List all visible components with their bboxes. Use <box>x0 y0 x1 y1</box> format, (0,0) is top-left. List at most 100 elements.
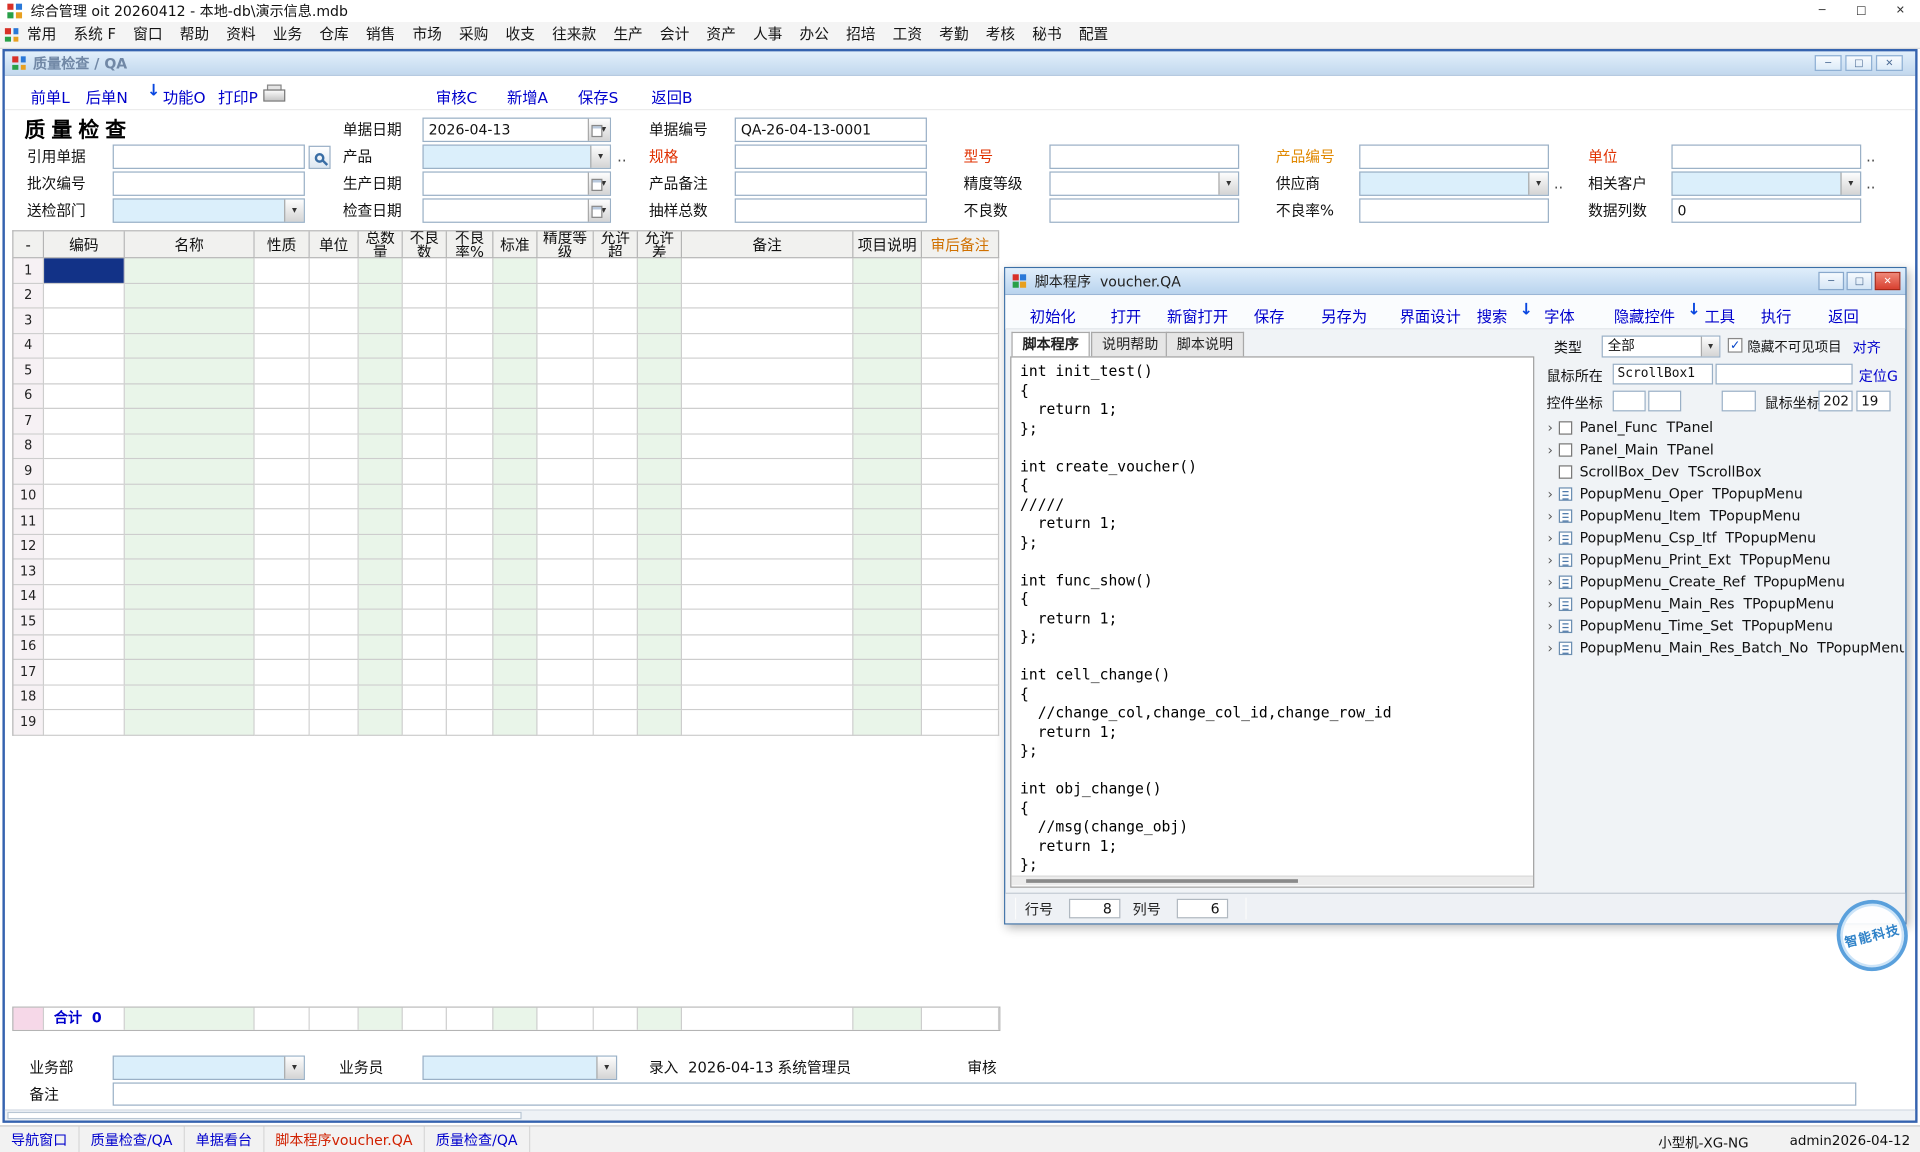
row-number-cell[interactable]: 5 <box>13 359 44 384</box>
grid-cell[interactable] <box>310 459 359 484</box>
grid-cell[interactable] <box>403 560 447 585</box>
grid-cell[interactable] <box>594 434 638 459</box>
tab-script-program[interactable]: 脚本程序 <box>1011 332 1089 356</box>
grid-cell[interactable] <box>922 560 999 585</box>
biz-dept-dropdown-icon[interactable]: ▾ <box>284 1057 304 1079</box>
grid-cell[interactable] <box>359 534 403 559</box>
grid-cell[interactable] <box>403 384 447 409</box>
tree-item[interactable]: ›PopupMenu_Time_Set TPopupMenu <box>1542 615 1904 637</box>
grid-cell[interactable] <box>682 585 853 610</box>
grid-cell[interactable] <box>493 434 537 459</box>
grid-cell[interactable] <box>447 509 494 534</box>
salesman-dropdown-icon[interactable]: ▾ <box>596 1057 616 1079</box>
grid-cell[interactable] <box>255 610 310 635</box>
grid-cell[interactable] <box>125 258 255 283</box>
grid-cell[interactable] <box>310 585 359 610</box>
grid-cell[interactable] <box>853 459 922 484</box>
row-number-cell[interactable]: 9 <box>13 459 44 484</box>
grid-cell[interactable] <box>853 560 922 585</box>
data-cols-input[interactable]: 0 <box>1671 198 1861 222</box>
menu-item[interactable]: 生产 <box>605 22 652 48</box>
grid-cell[interactable] <box>682 710 853 735</box>
control-y-input[interactable] <box>1648 391 1681 412</box>
grid-cell[interactable] <box>359 434 403 459</box>
grid-cell[interactable] <box>853 509 922 534</box>
menu-item[interactable]: 收支 <box>497 22 544 48</box>
grid-cell[interactable] <box>493 509 537 534</box>
taskbar-button[interactable]: 导航窗口 <box>0 1127 80 1152</box>
grid-cell[interactable] <box>493 585 537 610</box>
grid-header-cell[interactable]: 精度等级 <box>538 231 594 258</box>
grid-header-cell[interactable]: 不良率% <box>447 231 494 258</box>
chevron-right-icon[interactable]: › <box>1542 441 1559 457</box>
grid-cell[interactable] <box>922 585 999 610</box>
grid-cell[interactable] <box>44 409 125 434</box>
script-init-button[interactable]: 初始化 <box>1030 304 1076 327</box>
check-date-input[interactable]: ▾ <box>422 198 611 222</box>
menu-item[interactable]: 考核 <box>977 22 1024 48</box>
grid-cell[interactable] <box>853 384 922 409</box>
grid-cell[interactable] <box>310 710 359 735</box>
grid-cell[interactable] <box>538 710 594 735</box>
supplier-select[interactable]: ▾ <box>1359 171 1549 195</box>
product-no-input[interactable] <box>1359 144 1549 168</box>
grid-header-cell[interactable]: 允许超 <box>594 231 638 258</box>
grid-header-cell[interactable]: 标准 <box>493 231 537 258</box>
grid-cell[interactable] <box>594 685 638 710</box>
grid-cell[interactable] <box>359 610 403 635</box>
grid-cell[interactable] <box>125 359 255 384</box>
grid-cell[interactable] <box>447 710 494 735</box>
grid-cell[interactable] <box>310 509 359 534</box>
salesman-select[interactable]: ▾ <box>422 1056 617 1080</box>
grid-cell[interactable] <box>853 484 922 509</box>
menu-item[interactable]: 人事 <box>744 22 791 48</box>
func-button[interactable]: 功能O <box>163 84 206 107</box>
printer-icon[interactable] <box>263 84 284 100</box>
save-button[interactable]: 保存S <box>578 84 618 107</box>
code-editor[interactable]: int init_test() { return 1; }; int creat… <box>1010 356 1534 887</box>
tree-item[interactable]: ›Panel_Main TPanel <box>1542 438 1904 460</box>
chevron-right-icon[interactable]: › <box>1542 419 1559 435</box>
grid-cell[interactable] <box>538 334 594 359</box>
grid-cell[interactable] <box>44 283 125 308</box>
grid-cell[interactable] <box>682 283 853 308</box>
grid-cell[interactable] <box>638 660 682 685</box>
grid-cell[interactable] <box>403 610 447 635</box>
grid-cell[interactable] <box>493 560 537 585</box>
grid-cell[interactable] <box>403 434 447 459</box>
grid-cell[interactable] <box>682 309 853 334</box>
prod-date-input[interactable]: ▾ <box>422 171 611 195</box>
grid-cell[interactable] <box>853 685 922 710</box>
grid-header-cell[interactable]: 项目说明 <box>853 231 922 258</box>
menu-item[interactable]: 办公 <box>791 22 838 48</box>
grid-cell[interactable] <box>922 660 999 685</box>
qa-restore-icon[interactable]: □ <box>1845 55 1872 71</box>
grid-cell[interactable] <box>638 509 682 534</box>
chevron-right-icon[interactable]: › <box>1542 574 1559 590</box>
grid-cell[interactable] <box>255 635 310 660</box>
grid-cell[interactable] <box>538 685 594 710</box>
ref-doc-search-button[interactable] <box>309 146 331 169</box>
grid-cell[interactable] <box>538 283 594 308</box>
grid-cell[interactable] <box>44 258 125 283</box>
doc-no-input[interactable]: QA-26-04-13-0001 <box>735 118 927 142</box>
grid-cell[interactable] <box>538 484 594 509</box>
grid-cell[interactable] <box>493 685 537 710</box>
grid-cell[interactable] <box>255 534 310 559</box>
grid-cell[interactable] <box>538 309 594 334</box>
grid-cell[interactable] <box>638 610 682 635</box>
grid-cell[interactable] <box>255 685 310 710</box>
menu-item[interactable]: 销售 <box>357 22 404 48</box>
tab-help[interactable]: 说明帮助 <box>1091 332 1169 356</box>
grid-cell[interactable] <box>594 585 638 610</box>
customer-select[interactable]: ▾ <box>1671 171 1861 195</box>
batch-no-input[interactable] <box>113 171 305 195</box>
grid-cell[interactable] <box>359 660 403 685</box>
grid-cell[interactable] <box>638 710 682 735</box>
biz-dept-select[interactable]: ▾ <box>113 1056 305 1080</box>
grid-cell[interactable] <box>853 359 922 384</box>
row-number-cell[interactable]: 15 <box>13 610 44 635</box>
grid-cell[interactable] <box>538 258 594 283</box>
grid-cell[interactable] <box>447 560 494 585</box>
grid-cell[interactable] <box>638 409 682 434</box>
